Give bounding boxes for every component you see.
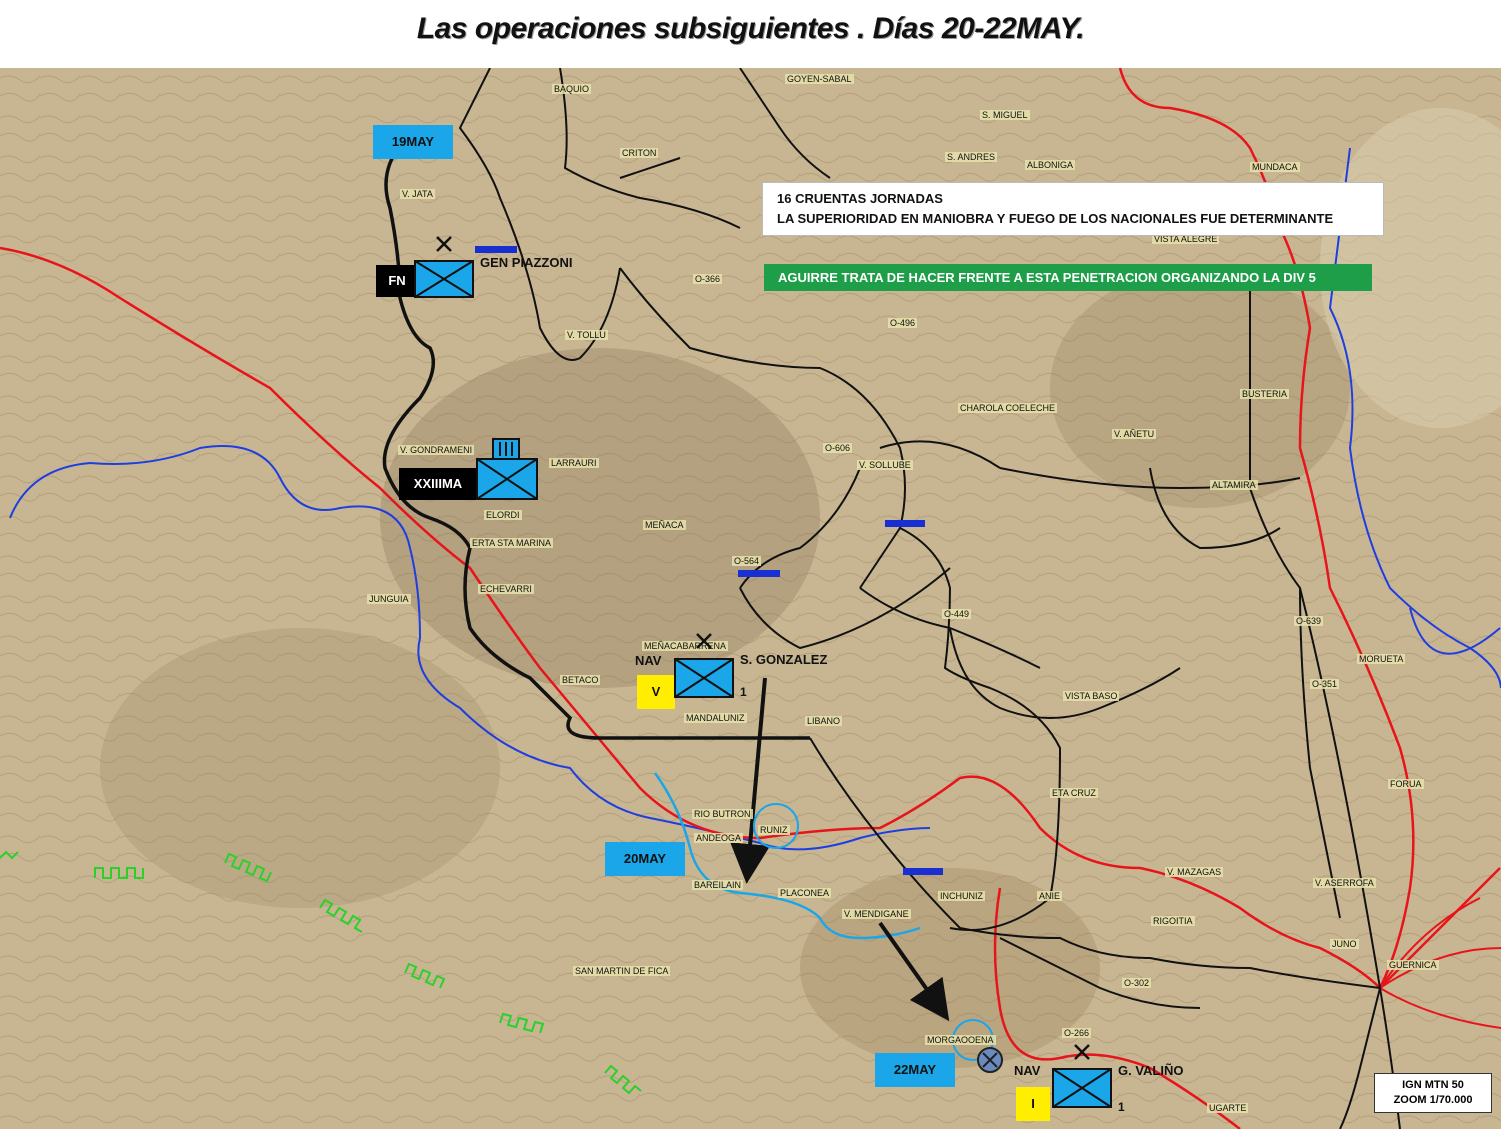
place-label: O-449 [942, 609, 972, 619]
date-tag: 20MAY [605, 842, 685, 876]
place-label: MUNDACA [1250, 162, 1300, 172]
relief-area [380, 348, 820, 688]
date-tag: 19MAY [373, 125, 453, 159]
place-label: MORGAOOENA [925, 1035, 996, 1045]
place-label: MEÑACABARRENA [642, 641, 729, 651]
brigade-tag: I [1016, 1087, 1050, 1121]
unit-infantry-icon [414, 260, 474, 298]
place-label: CHAROLA COELECHE [958, 403, 1058, 413]
place-label: O-366 [693, 274, 723, 284]
place-label: V. TOLLU [565, 330, 608, 340]
place-label: GUERNICA [1387, 960, 1439, 970]
unit-tag: XXIIIMA [399, 468, 477, 500]
note-box: 16 CRUENTAS JORNADAS LA SUPERIORIDAD EN … [762, 182, 1384, 236]
unit-origin-label: NAV [1014, 1063, 1041, 1078]
place-label: BETACO [560, 675, 601, 685]
place-label: O-302 [1122, 978, 1152, 988]
unit-number: 1 [1118, 1100, 1125, 1114]
place-label: S. MIGUEL [980, 110, 1030, 120]
place-label: INCHUNIZ [938, 891, 985, 901]
destroyed-x-icon [696, 633, 712, 649]
map-marker [475, 246, 517, 253]
relief-area [100, 628, 500, 908]
hq-flag-icon [492, 438, 520, 460]
place-label: CRITON [620, 148, 659, 158]
place-label: O-266 [1062, 1028, 1092, 1038]
place-label: V. SOLLUBE [857, 460, 913, 470]
unit-tag: FN [376, 265, 418, 297]
map-marker [738, 570, 780, 577]
place-label: SAN MARTIN DE FICA [573, 966, 671, 976]
map-area: BAQUIO GOYEN-SABAL S. MIGUEL S. ANDRES ALBON… [0, 68, 1501, 1129]
place-label: O-351 [1310, 679, 1340, 689]
place-label: FORUA [1388, 779, 1424, 789]
place-label: RIGOITIA [1151, 916, 1195, 926]
destroyed-x-icon [436, 236, 452, 252]
place-label: O-564 [732, 556, 762, 566]
unit-number: 1 [740, 685, 747, 699]
place-label: JUNO [1330, 939, 1359, 949]
place-label: PLACONEA [778, 888, 832, 898]
place-label: JUNGUIA [367, 594, 411, 604]
place-label: O-606 [823, 443, 853, 453]
place-label: V. GONDRAMENI [398, 445, 475, 455]
unit-infantry-icon [674, 658, 734, 698]
place-label: RUNIZ [758, 825, 790, 835]
place-label: ANDEOGA [694, 833, 744, 843]
place-label: BAREILAIN [692, 880, 744, 890]
place-label: LIBANO [805, 716, 843, 726]
date-tag: 22MAY [875, 1053, 955, 1087]
place-label: ALTAMIRA [1210, 480, 1258, 490]
unit-origin-label: NAV [635, 653, 662, 668]
place-label: UGARTE [1207, 1103, 1249, 1113]
place-label: ANIE [1037, 891, 1063, 901]
commander-label: G. VALIÑO [1118, 1063, 1184, 1078]
commander-label: GEN PIAZZONI [480, 255, 573, 270]
place-label: ERTA STA MARINA [470, 538, 554, 548]
place-label: BUSTERIA [1240, 389, 1290, 399]
scale-box: IGN MTN 50 ZOOM 1/70.000 [1374, 1073, 1492, 1113]
place-label: V. ASERROFA [1313, 878, 1376, 888]
map-title: Las operaciones subsiguientes . Días 20-… [416, 12, 1085, 45]
scale-line: ZOOM 1/70.000 [1393, 1094, 1473, 1106]
place-label: O-639 [1294, 616, 1324, 626]
place-label: V. MENDIGANE [842, 909, 911, 919]
note-green-box: AGUIRRE TRATA DE HACER FRENTE A ESTA PEN… [764, 264, 1372, 291]
brigade-tag: V [637, 675, 675, 709]
place-label: V. JATA [400, 189, 435, 199]
map-marker [903, 868, 943, 875]
place-label: V. AÑETU [1112, 429, 1157, 439]
map-marker [885, 520, 925, 527]
place-label: ALBONIGA [1025, 160, 1076, 170]
note-line: 16 CRUENTAS JORNADAS [777, 191, 943, 206]
place-label: MEÑACA [643, 520, 686, 530]
place-label: S. ANDRES [945, 152, 998, 162]
place-label: RIO BUTRON [692, 809, 753, 819]
commander-label: S. GONZALEZ [740, 652, 828, 667]
place-label: V. MAZAGAS [1165, 867, 1224, 877]
place-label: ETA CRUZ [1050, 788, 1098, 798]
place-label: GOYEN-SABAL [785, 74, 854, 84]
note-line: LA SUPERIORIDAD EN MANIOBRA Y FUEGO DE L… [777, 211, 1334, 226]
place-label: BAQUIO [552, 84, 592, 94]
place-label: MORUETA [1357, 654, 1406, 664]
unit-infantry-icon [476, 458, 538, 500]
place-label: MANDALUNIZ [684, 713, 747, 723]
place-label: O-496 [888, 318, 918, 328]
place-label: ECHEVARRI [478, 584, 534, 594]
place-label: ELORDI [484, 510, 522, 520]
place-label: VISTA BASO [1063, 691, 1120, 701]
place-label: LARRAURI [549, 458, 599, 468]
unit-infantry-icon [1052, 1068, 1112, 1108]
scale-line: IGN MTN 50 [1402, 1079, 1464, 1091]
destroyed-x-icon [1074, 1044, 1090, 1060]
